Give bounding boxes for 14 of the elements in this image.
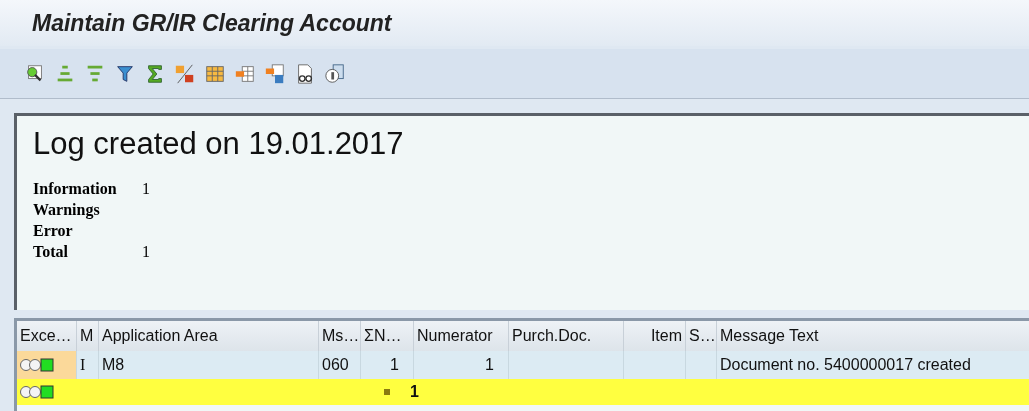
traffic-light-icon (20, 358, 54, 372)
summary-label: Error (33, 220, 74, 241)
window-title: Maintain GR/IR Clearing Account (32, 8, 392, 38)
summary-label: Total (33, 241, 69, 262)
summary-label: Information (33, 178, 118, 199)
traffic-light-icon (20, 385, 54, 399)
total-value: 1 (410, 382, 419, 402)
total-marker-icon (384, 389, 391, 395)
log-heading: Log created on 19.01.2017 (33, 125, 405, 163)
summary-label: Warnings (33, 199, 101, 221)
summary-value: 1 (142, 241, 150, 262)
summary-value: 1 (142, 178, 150, 199)
save-layout-icon[interactable] (264, 61, 286, 86)
export-icon[interactable] (324, 61, 346, 86)
